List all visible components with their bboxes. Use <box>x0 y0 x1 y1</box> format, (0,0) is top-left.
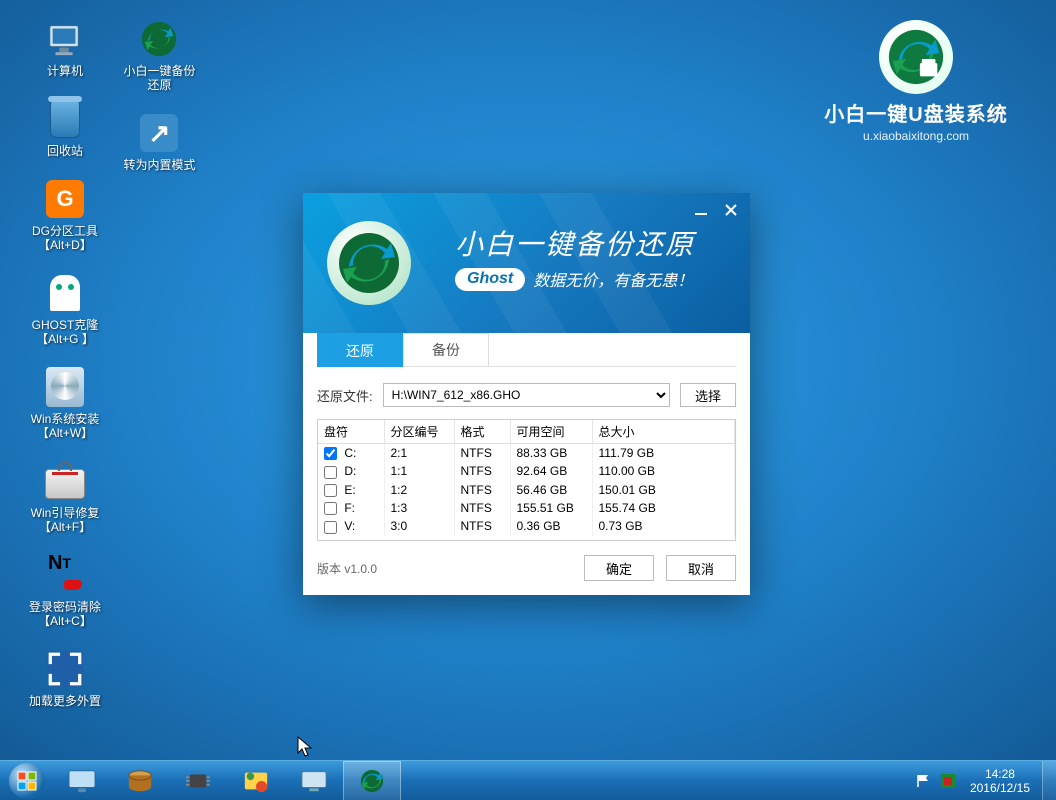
tray-clock[interactable]: 14:28 2016/12/15 <box>964 767 1036 795</box>
dialog-header: 小白一键备份还原 Ghost 数据无价，有备无患！ <box>303 193 750 333</box>
start-button[interactable] <box>0 761 53 800</box>
desktop-icon-xiaobai[interactable]: 小白一键备份还原 <box>114 18 204 92</box>
restore-dialog: 小白一键备份还原 Ghost 数据无价，有备无患！ 还原 备份 还原文件: H:… <box>303 193 750 595</box>
pwd-icon: NT <box>44 554 86 596</box>
minimize-button[interactable] <box>692 201 710 219</box>
desktop-icon-label: 计算机 <box>20 64 110 78</box>
brand-logo-icon <box>879 20 953 94</box>
row-checkbox[interactable] <box>324 447 337 460</box>
desktop-icon-pwd[interactable]: NT 登录密码清除【Alt+C】 <box>20 554 110 628</box>
desktop-icon-convmode[interactable]: ↗ 转为内置模式 <box>114 112 204 172</box>
show-desktop-button[interactable] <box>1042 761 1056 800</box>
desktop-icon-ghost[interactable]: GHOST克隆【Alt+G 】 <box>20 272 110 346</box>
desktop-icon-dg[interactable]: G DG分区工具【Alt+D】 <box>20 178 110 252</box>
col-fs: 格式 <box>454 420 510 444</box>
cursor-icon <box>297 736 315 760</box>
browse-button[interactable]: 选择 <box>680 383 736 407</box>
table-row[interactable]: F:1:3NTFS155.51 GB155.74 GB <box>318 499 735 517</box>
desktop-icon-label: 回收站 <box>20 144 110 158</box>
version-label: 版本 v1.0.0 <box>317 560 377 577</box>
taskbar-item-xiaobai[interactable] <box>343 761 401 800</box>
row-checkbox[interactable] <box>324 484 337 497</box>
taskbar: 14:28 2016/12/15 <box>0 760 1056 800</box>
clock-date: 2016/12/15 <box>970 781 1030 795</box>
col-partnum: 分区编号 <box>384 420 454 444</box>
col-drive: 盘符 <box>318 420 384 444</box>
tray-status-icon[interactable] <box>940 773 956 789</box>
partition-table[interactable]: 盘符 分区编号 格式 可用空间 总大小 C:2:1NTFS88.33 GB111… <box>317 419 736 541</box>
computer-icon <box>44 18 86 60</box>
ghost-pill: Ghost <box>455 268 525 291</box>
dialog-slogan: 数据无价，有备无患！ <box>533 267 693 291</box>
desktop-icon-label: Win引导修复【Alt+F】 <box>20 506 110 534</box>
dialog-title: 小白一键备份还原 <box>455 223 695 263</box>
file-label: 还原文件: <box>317 386 373 405</box>
brand-title: 小白一键U盘装系统 <box>816 98 1016 127</box>
desktop-icons: 计算机回收站 G DG分区工具【Alt+D】 GHOST克隆【Alt+G 】 Win系统… <box>20 18 204 728</box>
bootfix-icon <box>44 460 86 502</box>
tray-flag-icon[interactable] <box>916 773 932 789</box>
desktop-icon-wininstall[interactable]: Win系统安装【Alt+W】 <box>20 366 110 440</box>
desktop-icon-label: 登录密码清除【Alt+C】 <box>20 600 110 628</box>
brand-block: 小白一键U盘装系统 u.xiaobaixitong.com <box>816 20 1016 143</box>
cancel-button[interactable]: 取消 <box>666 555 736 581</box>
table-row[interactable]: E:1:2NTFS56.46 GB150.01 GB <box>318 481 735 499</box>
tab-backup[interactable]: 备份 <box>403 333 489 367</box>
system-tray: 14:28 2016/12/15 <box>916 767 1042 795</box>
clock-time: 14:28 <box>970 767 1030 781</box>
desktop-icon-computer[interactable]: 计算机 <box>20 18 110 78</box>
desktop-icon-label: 加载更多外置 <box>20 694 110 708</box>
ok-button[interactable]: 确定 <box>584 555 654 581</box>
taskbar-item-monitor[interactable] <box>53 761 111 800</box>
dg-icon: G <box>44 178 86 220</box>
desktop: 计算机回收站 G DG分区工具【Alt+D】 GHOST克隆【Alt+G 】 Win系统… <box>0 0 1056 800</box>
table-row[interactable]: C:2:1NTFS88.33 GB111.79 GB <box>318 444 735 463</box>
desktop-icon-bootfix[interactable]: Win引导修复【Alt+F】 <box>20 460 110 534</box>
desktop-icon-label: 转为内置模式 <box>114 158 204 172</box>
row-checkbox[interactable] <box>324 521 337 534</box>
taskbar-item-disk[interactable] <box>111 761 169 800</box>
taskbar-item-chip[interactable] <box>169 761 227 800</box>
brand-url: u.xiaobaixitong.com <box>816 129 1016 143</box>
taskbar-item-system[interactable] <box>285 761 343 800</box>
tab-restore[interactable]: 还原 <box>317 333 403 367</box>
dialog-logo-icon <box>327 221 411 305</box>
taskbar-item-tools[interactable] <box>227 761 285 800</box>
desktop-icon-label: 小白一键备份还原 <box>114 64 204 92</box>
desktop-icon-label: GHOST克隆【Alt+G 】 <box>20 318 110 346</box>
recycle-icon <box>44 98 86 140</box>
convmode-icon: ↗ <box>138 112 180 154</box>
desktop-icon-label: DG分区工具【Alt+D】 <box>20 224 110 252</box>
col-total: 总大小 <box>592 420 735 444</box>
tab-bar: 还原 备份 <box>317 333 736 367</box>
wininstall-icon <box>44 366 86 408</box>
desktop-icon-recycle[interactable]: 回收站 <box>20 98 110 158</box>
file-select[interactable]: H:\WIN7_612_x86.GHO <box>383 383 670 407</box>
desktop-icon-loadext[interactable]: 加载更多外置 <box>20 648 110 708</box>
table-row[interactable]: V:3:0NTFS0.36 GB0.73 GB <box>318 517 735 535</box>
ghost-icon <box>44 272 86 314</box>
table-row[interactable]: D:1:1NTFS92.64 GB110.00 GB <box>318 462 735 480</box>
taskbar-items <box>53 761 401 800</box>
col-free: 可用空间 <box>510 420 592 444</box>
row-checkbox[interactable] <box>324 466 337 479</box>
xiaobai-icon <box>138 18 180 60</box>
loadext-icon <box>44 648 86 690</box>
row-checkbox[interactable] <box>324 502 337 515</box>
desktop-icon-label: Win系统安装【Alt+W】 <box>20 412 110 440</box>
dialog-subtitle: Ghost 数据无价，有备无患！ <box>455 267 693 291</box>
close-button[interactable] <box>722 201 740 219</box>
